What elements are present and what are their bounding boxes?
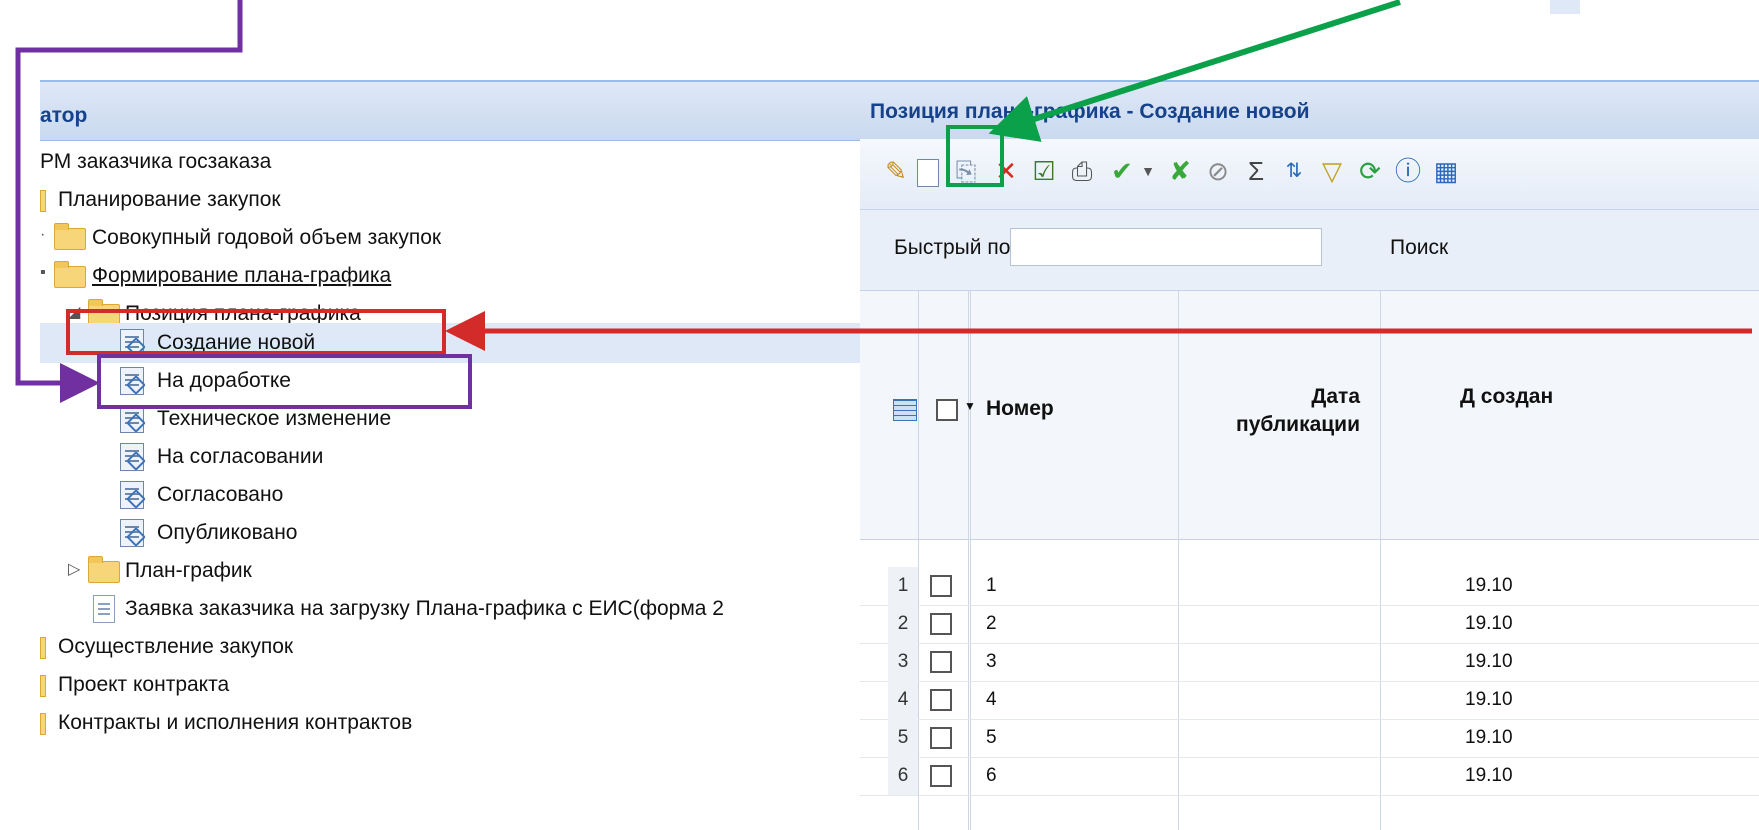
corner-fragment bbox=[1550, 0, 1580, 14]
purple-arrow bbox=[15, 0, 243, 403]
green-arrow bbox=[988, 0, 1401, 142]
annotation-arrows bbox=[15, 0, 1752, 403]
